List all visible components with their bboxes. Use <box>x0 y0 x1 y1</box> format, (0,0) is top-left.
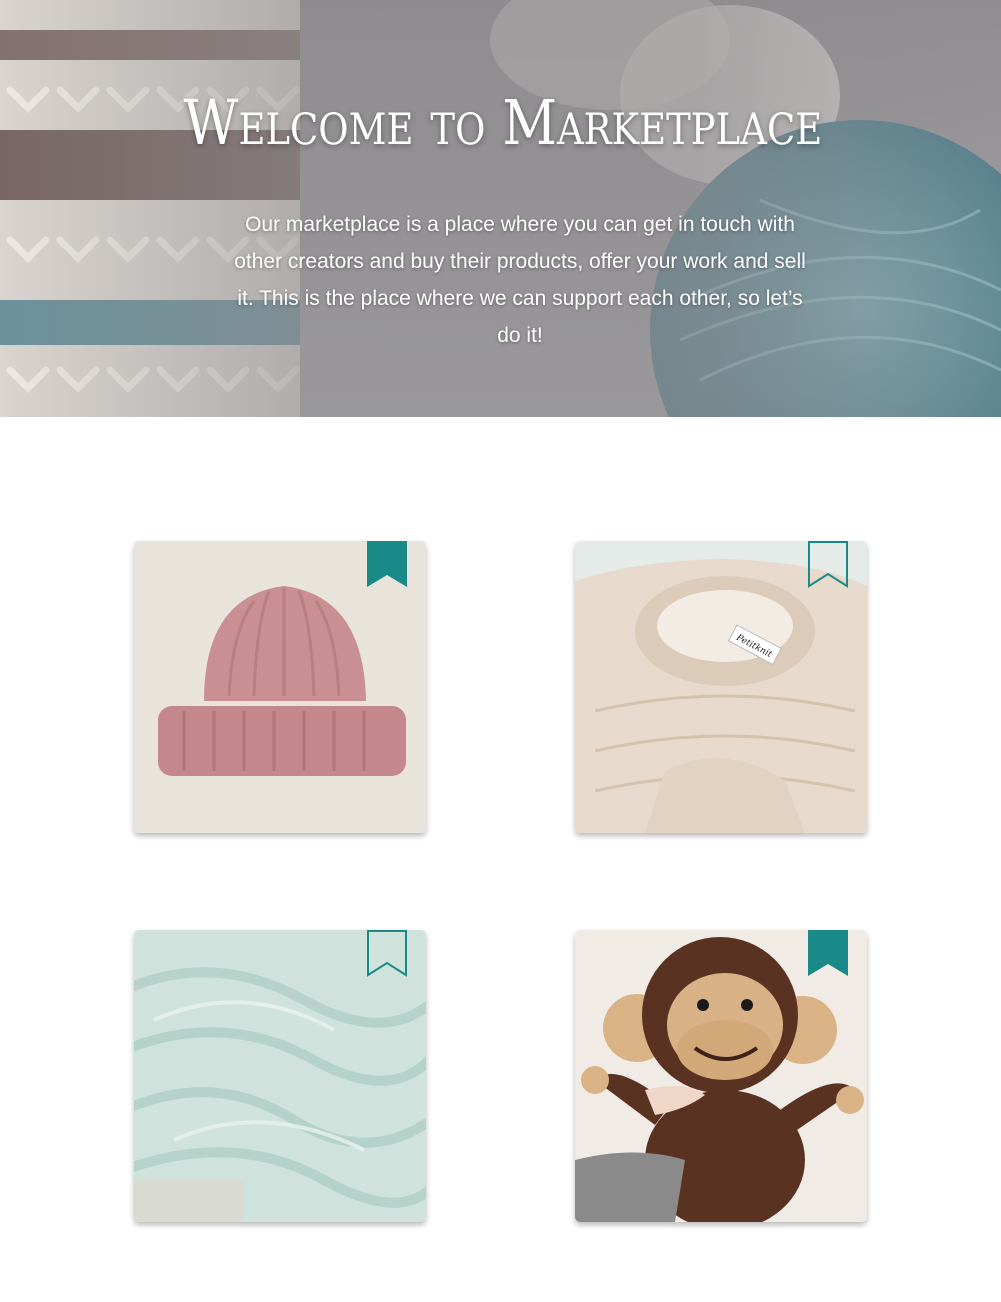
bookmark-filled-icon[interactable] <box>808 930 848 978</box>
hero-description: Our marketplace is a place where you can… <box>234 213 806 347</box>
product-card-beanie[interactable] <box>134 541 426 833</box>
hero-banner: Welcome to Marketplace Our marketplace i… <box>0 0 1001 417</box>
product-card-monkey[interactable] <box>575 930 867 1222</box>
product-card-blanket[interactable] <box>134 930 426 1222</box>
bookmark-outline-icon[interactable] <box>367 930 407 978</box>
page-title: Welcome to Marketplace <box>183 86 823 159</box>
bookmark-filled-icon[interactable] <box>367 541 407 589</box>
bookmark-outline-icon[interactable] <box>808 541 848 589</box>
product-card-sweater[interactable]: Petitknit <box>575 541 867 833</box>
